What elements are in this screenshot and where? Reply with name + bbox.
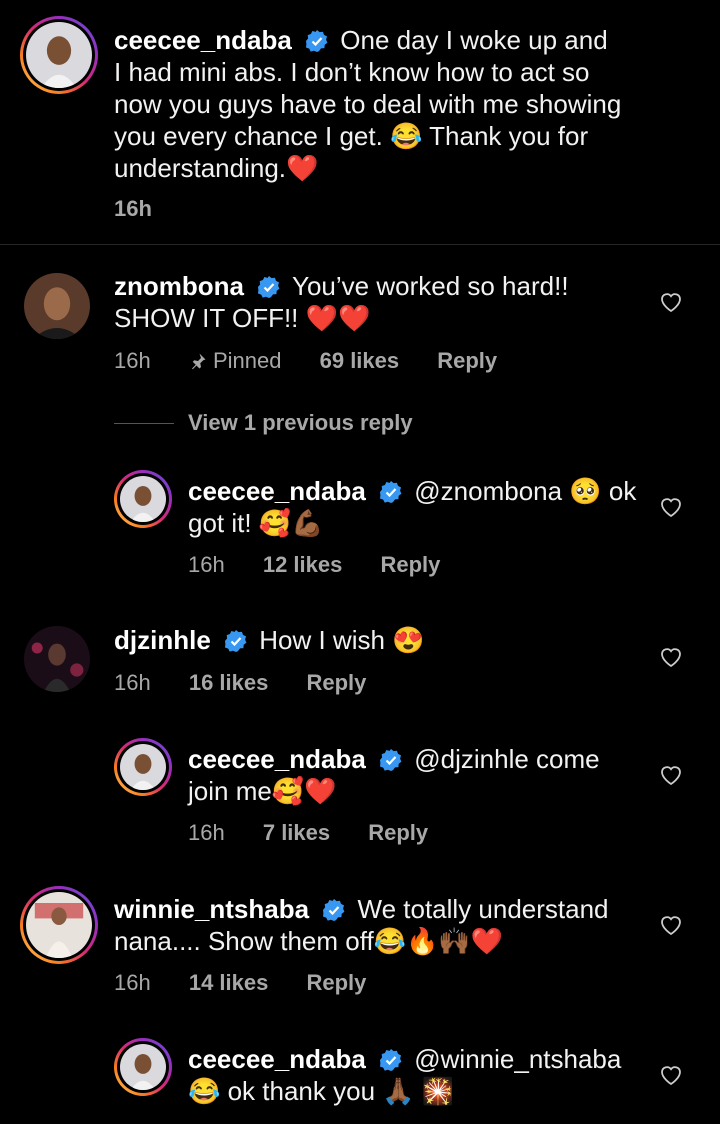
reply-text: ceecee_ndaba @znombona 🥺 ok got it! 🥰💪🏾: [188, 475, 648, 539]
heart-icon[interactable]: [659, 646, 683, 668]
heart-icon[interactable]: [659, 764, 683, 786]
avatar[interactable]: [24, 273, 90, 339]
comment-time: 16h: [114, 670, 151, 695]
reply-button[interactable]: Reply: [306, 670, 366, 695]
caption-line-4: you every chance I get. 😂 Thank you for: [114, 121, 589, 151]
post-caption: ceecee_ndaba One day I woke up and I had…: [0, 0, 720, 244]
divider: [0, 244, 720, 245]
reply-button[interactable]: Reply: [437, 348, 497, 373]
comment-line-2: 😂 ok thank you 🙏🏾 🎇: [188, 1076, 455, 1106]
comment-line-2: got it! 🥰💪🏾: [188, 508, 324, 538]
comment-meta: 16h 16 likes Reply: [114, 670, 398, 696]
verified-badge-icon: [380, 749, 402, 771]
caption-line-3: now you guys have to deal with me showin…: [114, 89, 622, 119]
comment-meta: 16h 7 likes Reply: [188, 820, 460, 846]
heart-icon[interactable]: [659, 291, 683, 313]
verified-badge-icon: [306, 30, 328, 52]
likes-count[interactable]: 14 likes: [189, 970, 269, 995]
reply-button[interactable]: Reply: [368, 820, 428, 845]
pinned-label: Pinned: [212, 348, 282, 373]
caption-meta: 16h: [114, 196, 184, 222]
likes-count[interactable]: 12 likes: [263, 552, 343, 577]
comment-meta: 16h Pinned 69 likes Reply: [114, 348, 529, 374]
reply-text: ceecee_ndaba @djzinhle come join me🥰❤️: [188, 743, 648, 807]
comment-text: djzinhle How I wish 😍: [114, 624, 654, 656]
avatar[interactable]: [114, 738, 172, 796]
comment-line-2: join me🥰❤️: [188, 776, 337, 806]
verified-badge-icon: [225, 630, 247, 652]
reply-button[interactable]: Reply: [380, 552, 440, 577]
profile-photo-icon: [24, 273, 90, 339]
comment-line-1: @djzinhle come: [414, 744, 600, 774]
heart-icon[interactable]: [659, 496, 683, 518]
caption-text: ceecee_ndaba One day I woke up and I had…: [114, 24, 674, 184]
likes-count[interactable]: 69 likes: [320, 348, 400, 373]
comment-line-2: SHOW IT OFF!! ❤️❤️: [114, 303, 371, 333]
profile-photo-icon: [26, 22, 92, 88]
profile-photo-icon: [120, 1044, 166, 1090]
comment-meta: 16h 12 likes Reply: [188, 552, 472, 578]
comment-line-1: How I wish 😍: [259, 625, 425, 655]
caption-line-5: understanding.❤️: [114, 153, 319, 183]
profile-photo-icon: [120, 744, 166, 790]
reply-text: ceecee_ndaba @winnie_ntshaba 😂 ok thank …: [188, 1043, 648, 1107]
replies-divider: [114, 423, 174, 424]
verified-badge-icon: [380, 481, 402, 503]
avatar[interactable]: [20, 16, 98, 94]
comment-line-2: nana.... Show them off😂🔥🙌🏾❤️: [114, 926, 504, 956]
profile-photo-icon: [24, 626, 90, 692]
pinned-indicator: Pinned: [189, 348, 288, 373]
reply-button[interactable]: Reply: [306, 970, 366, 995]
comment-time: 16h: [188, 552, 225, 577]
verified-badge-icon: [323, 899, 345, 921]
comment-username[interactable]: winnie_ntshaba: [114, 894, 309, 924]
avatar[interactable]: [114, 1038, 172, 1096]
avatar[interactable]: [20, 886, 98, 964]
pin-icon: [191, 353, 206, 370]
comment-username[interactable]: ceecee_ndaba: [188, 744, 366, 774]
view-previous-replies-button[interactable]: View 1 previous reply: [188, 410, 413, 436]
comment-line-1: @znombona 🥺 ok: [414, 476, 637, 506]
comment-line-1: @winnie_ntshaba: [414, 1044, 622, 1074]
comment-time: 16h: [188, 820, 225, 845]
comment-username[interactable]: djzinhle: [114, 625, 211, 655]
caption-line-2: I had mini abs. I don’t know how to act …: [114, 57, 590, 87]
verified-badge-icon: [258, 276, 280, 298]
comment-username[interactable]: ceecee_ndaba: [188, 476, 366, 506]
avatar[interactable]: [114, 470, 172, 528]
heart-icon[interactable]: [659, 914, 683, 936]
profile-photo-icon: [26, 892, 92, 958]
comment-line-1: You’ve worked so hard!!: [292, 271, 569, 301]
comment-text: winnie_ntshaba We totally understand nan…: [114, 893, 654, 957]
likes-count[interactable]: 7 likes: [263, 820, 330, 845]
caption-time: 16h: [114, 196, 152, 221]
verified-badge-icon: [380, 1049, 402, 1071]
heart-icon[interactable]: [659, 1064, 683, 1086]
caption-username[interactable]: ceecee_ndaba: [114, 25, 292, 55]
likes-count[interactable]: 16 likes: [189, 670, 269, 695]
comment-username[interactable]: znombona: [114, 271, 244, 301]
comment-line-1: We totally understand: [357, 894, 609, 924]
avatar[interactable]: [24, 626, 90, 692]
caption-line-1: One day I woke up and: [340, 25, 608, 55]
profile-photo-icon: [120, 476, 166, 522]
comment-username[interactable]: ceecee_ndaba: [188, 1044, 366, 1074]
comment-meta: 16h 14 likes Reply: [114, 970, 398, 996]
comment-text: znombona You’ve worked so hard!! SHOW IT…: [114, 270, 654, 334]
comment-time: 16h: [114, 348, 151, 373]
comment-time: 16h: [114, 970, 151, 995]
